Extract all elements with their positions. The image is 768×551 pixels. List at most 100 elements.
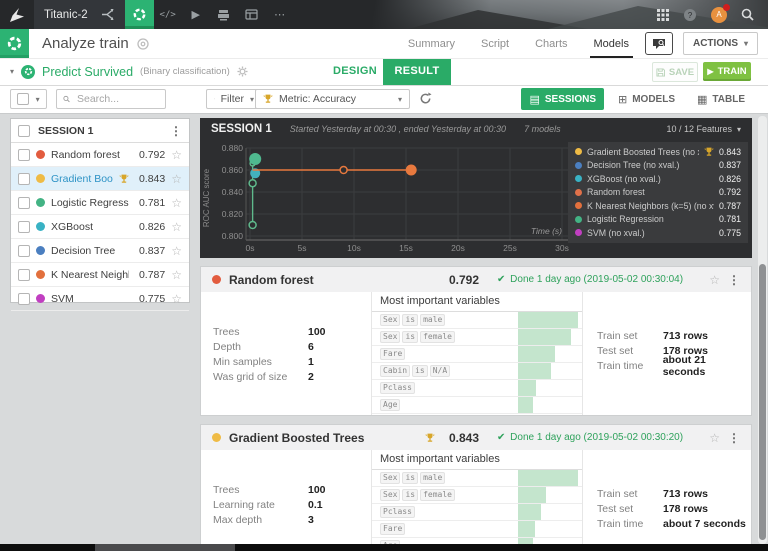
model-name[interactable]: Gradient Boosted Trees xyxy=(229,431,417,445)
importance-bar xyxy=(518,487,546,503)
header-tabs: Summary Script Charts Models xyxy=(408,29,634,58)
model-list-item[interactable]: SVM 0.775 ☆ xyxy=(11,287,189,311)
trophy-icon xyxy=(704,147,714,156)
model-checkbox[interactable] xyxy=(18,292,30,305)
star-icon[interactable]: ☆ xyxy=(171,172,182,186)
star-icon[interactable]: ☆ xyxy=(171,220,182,234)
vertical-scrollbar-thumb[interactable] xyxy=(759,264,766,540)
search-icon[interactable] xyxy=(741,8,754,21)
star-icon[interactable]: ☆ xyxy=(709,273,720,287)
session-checkbox[interactable] xyxy=(18,124,30,137)
model-score: 0.787 xyxy=(138,268,166,281)
dashboard-icon[interactable] xyxy=(238,0,266,29)
search-input[interactable] xyxy=(75,92,159,106)
model-color-dot xyxy=(212,433,221,442)
help-icon[interactable]: ? xyxy=(683,8,697,22)
info-icon[interactable] xyxy=(137,37,149,50)
task-name[interactable]: Predict Survived xyxy=(42,65,133,79)
view-sessions-button[interactable]: ▤ SESSIONS xyxy=(521,88,604,110)
horizontal-scrollbar-thumb[interactable] xyxy=(95,544,235,551)
gear-icon[interactable] xyxy=(237,66,248,77)
train-info: Train set 713 rows Test set 178 rows Train t… xyxy=(583,450,751,551)
apps-grid-icon[interactable] xyxy=(657,8,669,21)
discussions-icon[interactable] xyxy=(644,32,673,55)
model-name[interactable]: SVM xyxy=(51,293,129,305)
star-icon[interactable]: ☆ xyxy=(171,244,182,258)
star-icon[interactable]: ☆ xyxy=(171,268,182,282)
variable-tag: male xyxy=(420,472,446,484)
model-name[interactable]: Logistic Regression xyxy=(51,197,129,209)
task-selector[interactable]: ▾ Predict Survived (Binary classificatio… xyxy=(10,58,248,85)
features-dropdown[interactable]: 10 / 12 Features ▾ xyxy=(666,124,741,134)
model-list-item[interactable]: Random forest 0.792 ☆ xyxy=(11,143,189,167)
metric-dropdown[interactable]: Metric: Accuracy ▾ xyxy=(255,89,410,109)
model-card-header[interactable]: Gradient Boosted Trees 0.843 ✔ Done 1 day … xyxy=(201,425,751,451)
model-list-item[interactable]: Decision Tree 0.837 ☆ xyxy=(11,239,189,263)
tab-script[interactable]: Script xyxy=(481,29,509,58)
actions-button[interactable]: ACTIONS ▾ xyxy=(682,32,758,55)
model-name[interactable]: Random forest xyxy=(229,273,417,287)
deploy-icon[interactable] xyxy=(210,0,238,29)
model-score: 0.792 xyxy=(449,272,480,287)
tab-summary[interactable]: Summary xyxy=(408,29,455,58)
model-name[interactable]: Gradient Boo... xyxy=(51,173,113,185)
filter-dropdown[interactable]: Filter ▾ xyxy=(206,89,262,109)
model-card-header[interactable]: Random forest 0.792 ✔ Done 1 day ago (2019… xyxy=(201,267,751,293)
star-icon[interactable]: ☆ xyxy=(171,292,182,306)
select-all-checkbox[interactable] xyxy=(17,93,30,105)
legend-row: SVM (no xval.) 0.775 xyxy=(575,226,741,240)
top-navigation-bar: Titanic-2 </> ▶ ⋯ ? A xyxy=(0,0,768,29)
model-name[interactable]: Random forest xyxy=(51,149,129,161)
project-name[interactable]: Titanic-2 xyxy=(44,9,88,21)
check-icon: ✔ xyxy=(497,432,506,443)
run-jobs-icon[interactable]: ▶ xyxy=(182,0,210,29)
model-name[interactable]: K Nearest Neighb... xyxy=(51,269,129,281)
model-checkbox[interactable] xyxy=(18,220,30,233)
save-button[interactable]: SAVE xyxy=(652,62,698,82)
model-checkbox[interactable] xyxy=(18,148,30,161)
tab-design[interactable]: DESIGN xyxy=(333,58,377,85)
model-checkbox[interactable] xyxy=(18,172,30,185)
vertical-scrollbar[interactable] xyxy=(758,116,767,544)
model-checkbox[interactable] xyxy=(18,196,30,209)
star-icon[interactable]: ☆ xyxy=(709,431,720,445)
user-avatar[interactable]: A xyxy=(711,3,730,23)
importance-bar xyxy=(518,329,571,345)
info-value: about 21 seconds xyxy=(662,353,706,378)
star-icon[interactable]: ☆ xyxy=(171,196,182,210)
more-apps-icon[interactable]: ⋯ xyxy=(266,0,294,29)
model-name[interactable]: Decision Tree xyxy=(51,245,129,257)
model-checkbox[interactable] xyxy=(18,268,30,281)
model-list-item[interactable]: Gradient Boo... 0.843 ☆ xyxy=(11,167,189,191)
horizontal-scrollbar[interactable] xyxy=(0,544,768,551)
view-table-button[interactable]: ▦ TABLE xyxy=(689,88,753,110)
model-list-item[interactable]: K Nearest Neighb... 0.787 ☆ xyxy=(11,263,189,287)
sessions-view-icon: ▤ xyxy=(529,92,540,106)
train-button[interactable]: ▶ TRAIN xyxy=(703,62,751,81)
kebab-menu-icon[interactable]: ⋮ xyxy=(170,124,182,138)
kebab-menu-icon[interactable]: ⋮ xyxy=(728,273,740,287)
variable-row: Pclass xyxy=(372,380,582,397)
select-all-dropdown[interactable]: ▾ xyxy=(10,89,47,109)
kebab-menu-icon[interactable]: ⋮ xyxy=(728,431,740,445)
variable-row: Sex is male xyxy=(372,312,582,329)
model-color-dot xyxy=(36,198,45,207)
code-icon[interactable]: </> xyxy=(154,0,182,29)
tab-charts[interactable]: Charts xyxy=(535,29,567,58)
svg-text:5s: 5s xyxy=(298,243,307,253)
refresh-icon[interactable] xyxy=(419,92,432,105)
parameter-row: Trees 100 xyxy=(201,482,371,497)
star-icon[interactable]: ☆ xyxy=(171,148,182,162)
view-models-button[interactable]: ⊞ MODELS xyxy=(610,88,683,110)
model-list-item[interactable]: Logistic Regression 0.781 ☆ xyxy=(11,191,189,215)
tab-result[interactable]: RESULT xyxy=(383,58,451,85)
model-name[interactable]: XGBoost xyxy=(51,221,129,233)
model-list-item[interactable]: XGBoost 0.826 ☆ xyxy=(11,215,189,239)
view-switcher: ▤ SESSIONS ⊞ MODELS ▦ TABLE xyxy=(521,88,753,110)
lab-app-active-tile[interactable] xyxy=(124,0,154,29)
flow-icon[interactable] xyxy=(100,8,115,21)
dataiku-logo[interactable] xyxy=(0,0,34,29)
tab-models[interactable]: Models xyxy=(589,29,634,58)
save-icon xyxy=(656,67,665,77)
model-checkbox[interactable] xyxy=(18,244,30,257)
